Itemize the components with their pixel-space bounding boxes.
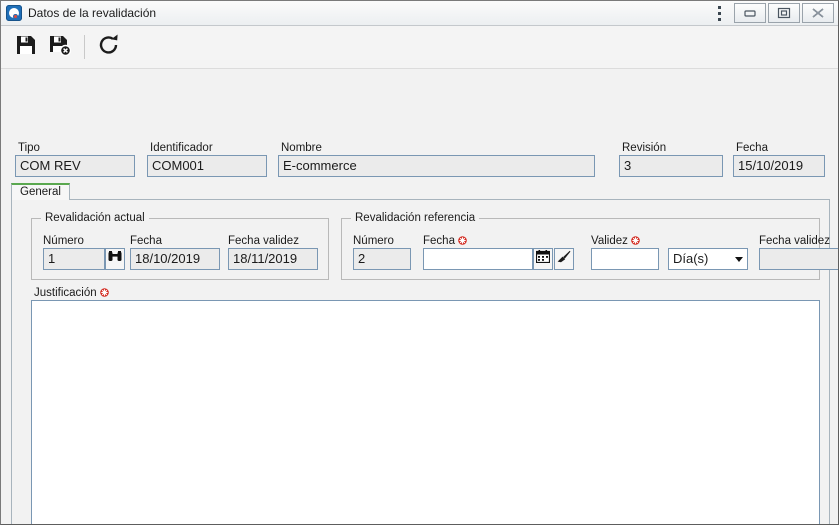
tab-strip: General <box>11 183 830 201</box>
form-body: Tipo COM REV Identificador COM001 Nombre… <box>1 69 838 524</box>
ref-fecha-clear-button[interactable] <box>554 248 574 270</box>
window-title: Datos de la revalidación <box>28 6 157 20</box>
window-controls <box>732 3 834 23</box>
fecha-label: Fecha <box>736 142 768 154</box>
nombre-field[interactable]: E-commerce <box>278 155 595 177</box>
identificador-label: Identificador <box>150 142 213 154</box>
ref-numero-label: Número <box>353 235 394 247</box>
revision-field[interactable]: 3 <box>619 155 723 177</box>
ref-fecha-field[interactable] <box>423 248 533 270</box>
toolbar-separator <box>84 35 85 59</box>
refresh-icon <box>97 33 121 62</box>
actual-numero-label: Número <box>43 235 84 247</box>
binoculars-icon <box>108 250 122 268</box>
save-button[interactable] <box>11 32 41 62</box>
actual-fecha-validez-label: Fecha validez <box>228 235 299 247</box>
ref-validez-field[interactable] <box>591 248 659 270</box>
brush-clear-icon <box>557 250 571 268</box>
actual-buscar-button[interactable] <box>105 248 125 270</box>
ref-unidad-value: Día(s) <box>673 251 709 266</box>
refresh-button[interactable] <box>94 32 124 62</box>
ref-unidad-select[interactable]: Día(s) <box>668 248 748 270</box>
required-marker-icon <box>99 288 109 297</box>
save-and-close-icon <box>49 34 72 61</box>
application-window: Datos de la revalidación Tipo COM REV Id… <box>0 0 839 525</box>
app-globe-icon <box>6 5 22 21</box>
chevron-down-icon <box>735 256 743 262</box>
required-marker-icon <box>631 236 640 245</box>
ref-validez-label-text: Validez <box>591 235 628 247</box>
ref-fecha-validez-field <box>759 248 838 270</box>
group-actual-title: Revalidación actual <box>41 212 149 225</box>
toolbar <box>1 26 838 69</box>
tab-panel-general: Revalidación actual Número 1 Fecha 18/10… <box>11 200 838 524</box>
justificacion-label-text: Justificación <box>34 287 97 299</box>
ref-fecha-calendar-button[interactable] <box>533 248 553 270</box>
actual-fecha-validez-field[interactable]: 18/11/2019 <box>228 248 318 270</box>
tipo-field[interactable]: COM REV <box>15 155 135 177</box>
ref-fecha-label-text: Fecha <box>423 235 455 247</box>
kebab-menu-icon[interactable] <box>706 1 732 25</box>
nombre-label: Nombre <box>281 142 322 154</box>
ref-numero-field[interactable]: 2 <box>353 248 411 270</box>
close-button[interactable] <box>802 3 834 23</box>
ref-fecha-label: Fecha <box>423 235 467 248</box>
group-revalidacion-actual: Revalidación actual Número 1 Fecha 18/10… <box>31 212 329 280</box>
ref-fecha-validez-label: Fecha validez <box>759 235 830 247</box>
ref-validez-label: Validez <box>591 235 640 248</box>
revision-label: Revisión <box>622 142 667 154</box>
justificacion-label: Justificación <box>34 287 109 300</box>
actual-numero-field[interactable]: 1 <box>43 248 105 270</box>
actual-fecha-label: Fecha <box>130 235 162 247</box>
maximize-button[interactable] <box>768 3 800 23</box>
title-bar: Datos de la revalidación <box>1 1 838 26</box>
tab-general[interactable]: General <box>11 183 70 201</box>
justificacion-textarea[interactable] <box>31 300 820 524</box>
calendar-icon <box>535 250 551 268</box>
save-and-close-button[interactable] <box>45 32 75 62</box>
fecha-field[interactable]: 15/10/2019 <box>733 155 825 177</box>
save-icon <box>15 34 37 61</box>
minimize-button[interactable] <box>734 3 766 23</box>
tipo-label: Tipo <box>18 142 40 154</box>
group-revalidacion-referencia: Revalidación referencia Número 2 Fecha V… <box>341 212 838 280</box>
actual-fecha-field[interactable]: 18/10/2019 <box>130 248 220 270</box>
required-marker-icon <box>458 236 467 245</box>
identificador-field[interactable]: COM001 <box>147 155 267 177</box>
group-referencia-title: Revalidación referencia <box>351 212 480 225</box>
